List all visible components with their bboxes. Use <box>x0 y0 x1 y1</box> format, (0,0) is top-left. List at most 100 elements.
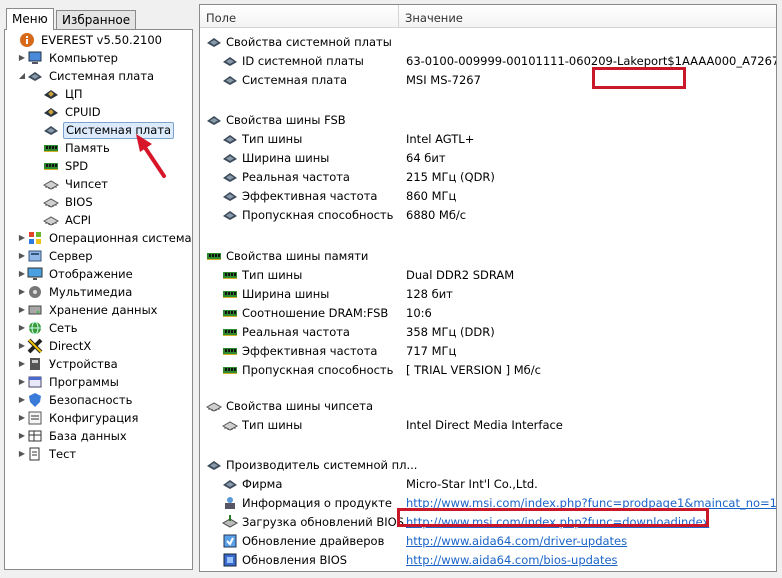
property-field-label: Обновление драйверов <box>242 534 385 548</box>
column-header-field[interactable]: Поле <box>206 5 236 27</box>
tree-expander-icon[interactable]: ▶ <box>17 49 27 67</box>
tree-item[interactable]: ▶ Конфигурация <box>17 409 140 427</box>
tree-expander-icon[interactable]: ▶ <box>17 373 27 391</box>
property-field-label: Тип шины <box>242 132 303 146</box>
group-title: Свойства системной платы <box>206 33 392 51</box>
tree-item[interactable]: ACPI <box>33 211 93 229</box>
property-field: Загрузка обновлений BIOS <box>222 513 404 531</box>
property-row[interactable]: ID системной платы 63-0100-009999-0010111… <box>200 52 776 70</box>
property-row[interactable]: Тип шины Intel Direct Media Interface <box>200 416 776 434</box>
tree-expander-icon[interactable]: ▶ <box>17 319 27 337</box>
tree-expander-icon[interactable]: ▶ <box>17 265 27 283</box>
tree-expander-icon[interactable]: ▶ <box>17 409 27 427</box>
tree-expander-icon[interactable]: ▶ <box>17 337 27 355</box>
tree-item[interactable]: ▶ Отображение <box>17 265 135 283</box>
tree-expander-icon[interactable]: ▶ <box>17 283 27 301</box>
property-row[interactable]: Реальная частота 215 МГц (QDR) <box>200 168 776 186</box>
details-panel: Поле Значение Свойства системной платы ID… <box>199 4 777 572</box>
tree-item[interactable]: ▶ Устройства <box>17 355 120 373</box>
group-title: Свойства шины чипсета <box>206 397 373 415</box>
property-row[interactable]: Реальная частота 358 МГц (DDR) <box>200 323 776 341</box>
tree-item[interactable]: ▶ Операционная система <box>17 229 192 247</box>
tree-item[interactable]: ЦП <box>33 85 85 103</box>
group-header[interactable]: Производитель системной пл... <box>200 456 776 474</box>
property-value-link[interactable]: http://www.aida64.com/bios-updates <box>406 551 618 569</box>
group-header[interactable]: Свойства системной платы <box>200 33 776 51</box>
property-row[interactable]: Системная плата MSI MS-7267 <box>200 71 776 89</box>
property-row[interactable]: Пропускная способность 6880 Мб/с <box>200 206 776 224</box>
chip-icon <box>206 398 222 414</box>
tree-expander-icon[interactable]: ▶ <box>17 427 27 445</box>
motherboard-icon <box>206 112 222 128</box>
tab-menu[interactable]: Меню <box>6 8 54 30</box>
group-header[interactable]: Свойства шины FSB <box>200 111 776 129</box>
tree-item[interactable]: Чипсет <box>33 175 110 193</box>
property-row[interactable]: Пропускная способность [ TRIAL VERSION ] … <box>200 361 776 379</box>
motherboard-icon <box>43 122 59 138</box>
property-row[interactable]: Фирма Micro-Star Int'l Co.,Ltd. <box>200 475 776 493</box>
tree-item[interactable]: EVEREST v5.50.2100 <box>9 31 164 49</box>
property-value: 10:6 <box>406 306 432 320</box>
property-value-link[interactable]: http://www.aida64.com/driver-updates <box>406 532 627 550</box>
column-header-value[interactable]: Значение <box>405 5 463 27</box>
property-row[interactable]: Эффективная частота 717 МГц <box>200 342 776 360</box>
group-title-text: Свойства системной платы <box>226 35 392 49</box>
property-field: Системная плата <box>222 71 347 89</box>
tree-item-label: Программы <box>49 375 119 389</box>
property-field-label: Эффективная частота <box>242 189 378 203</box>
property-row[interactable]: Эффективная частота 860 МГц <box>200 187 776 205</box>
tree-item[interactable]: ▶ Тест <box>17 445 78 463</box>
motherboard-icon <box>222 150 238 166</box>
tree-item[interactable]: ▶ Сервер <box>17 247 95 265</box>
bios-download-icon <box>222 514 238 530</box>
property-field: Обновление драйверов <box>222 532 384 550</box>
property-row[interactable]: Ширина шины 128 бит <box>200 285 776 303</box>
motherboard-icon <box>206 34 222 50</box>
tree-item-label: Безопасность <box>49 393 133 407</box>
tree-item[interactable]: ◢ Системная плата <box>17 67 156 85</box>
tree-item-label: Память <box>65 141 110 155</box>
tree-item[interactable]: Память <box>33 139 112 157</box>
motherboard-icon <box>206 457 222 473</box>
group-title: Свойства шины памяти <box>206 247 368 265</box>
tree-item[interactable]: ▶ База данных <box>17 427 129 445</box>
property-row[interactable]: Обновление драйверов http://www.aida64.co… <box>200 532 776 550</box>
property-row[interactable]: Ширина шины 64 бит <box>200 149 776 167</box>
property-value: [ TRIAL VERSION ] Мб/с <box>406 363 541 377</box>
column-divider[interactable] <box>398 5 399 27</box>
group-header[interactable]: Свойства шины памяти <box>200 247 776 265</box>
tree-expander-icon[interactable]: ◢ <box>17 67 27 85</box>
tree-item[interactable]: ▶ DirectX <box>17 337 93 355</box>
tab-favorites[interactable]: Избранное <box>56 10 137 29</box>
tree-expander-icon[interactable]: ▶ <box>17 445 27 463</box>
tree-item[interactable]: ▶ Мультимедиа <box>17 283 134 301</box>
tree-item[interactable]: SPD <box>33 157 90 175</box>
tree-expander-icon[interactable]: ▶ <box>17 391 27 409</box>
property-row[interactable]: Тип шины Intel AGTL+ <box>200 130 776 148</box>
tree-item-label: DirectX <box>49 339 92 353</box>
property-row[interactable]: Соотношение DRAM:FSB 10:6 <box>200 304 776 322</box>
property-field: Обновления BIOS <box>222 551 347 569</box>
tree-item[interactable]: ▶ Безопасность <box>17 391 134 409</box>
tree-item[interactable]: BIOS <box>33 193 95 211</box>
property-field-label: Соотношение DRAM:FSB <box>242 306 389 320</box>
windows-icon <box>27 230 43 246</box>
motherboard-icon <box>222 169 238 185</box>
storage-icon <box>27 302 43 318</box>
tree-item[interactable]: ▶ Сеть <box>17 319 80 337</box>
property-row[interactable]: Тип шины Dual DDR2 SDRAM <box>200 266 776 284</box>
tree-item[interactable]: ▶ Хранение данных <box>17 301 159 319</box>
group-header[interactable]: Свойства шины чипсета <box>200 397 776 415</box>
tree-expander-icon[interactable]: ▶ <box>17 247 27 265</box>
tree-item-label: ACPI <box>65 213 92 227</box>
property-row[interactable]: Обновления BIOS http://www.aida64.com/bio… <box>200 551 776 569</box>
property-field-label: Ширина шины <box>242 287 330 301</box>
tree-expander-icon[interactable]: ▶ <box>17 301 27 319</box>
tree-expander-icon[interactable]: ▶ <box>17 229 27 247</box>
tree-expander-icon[interactable]: ▶ <box>17 355 27 373</box>
property-value: 64 бит <box>406 151 446 165</box>
property-value: 6880 Мб/с <box>406 208 467 222</box>
tree-item[interactable]: ▶ Компьютер <box>17 49 120 67</box>
tree-item[interactable]: ▶ Программы <box>17 373 121 391</box>
tree-item[interactable]: CPUID <box>33 103 103 121</box>
